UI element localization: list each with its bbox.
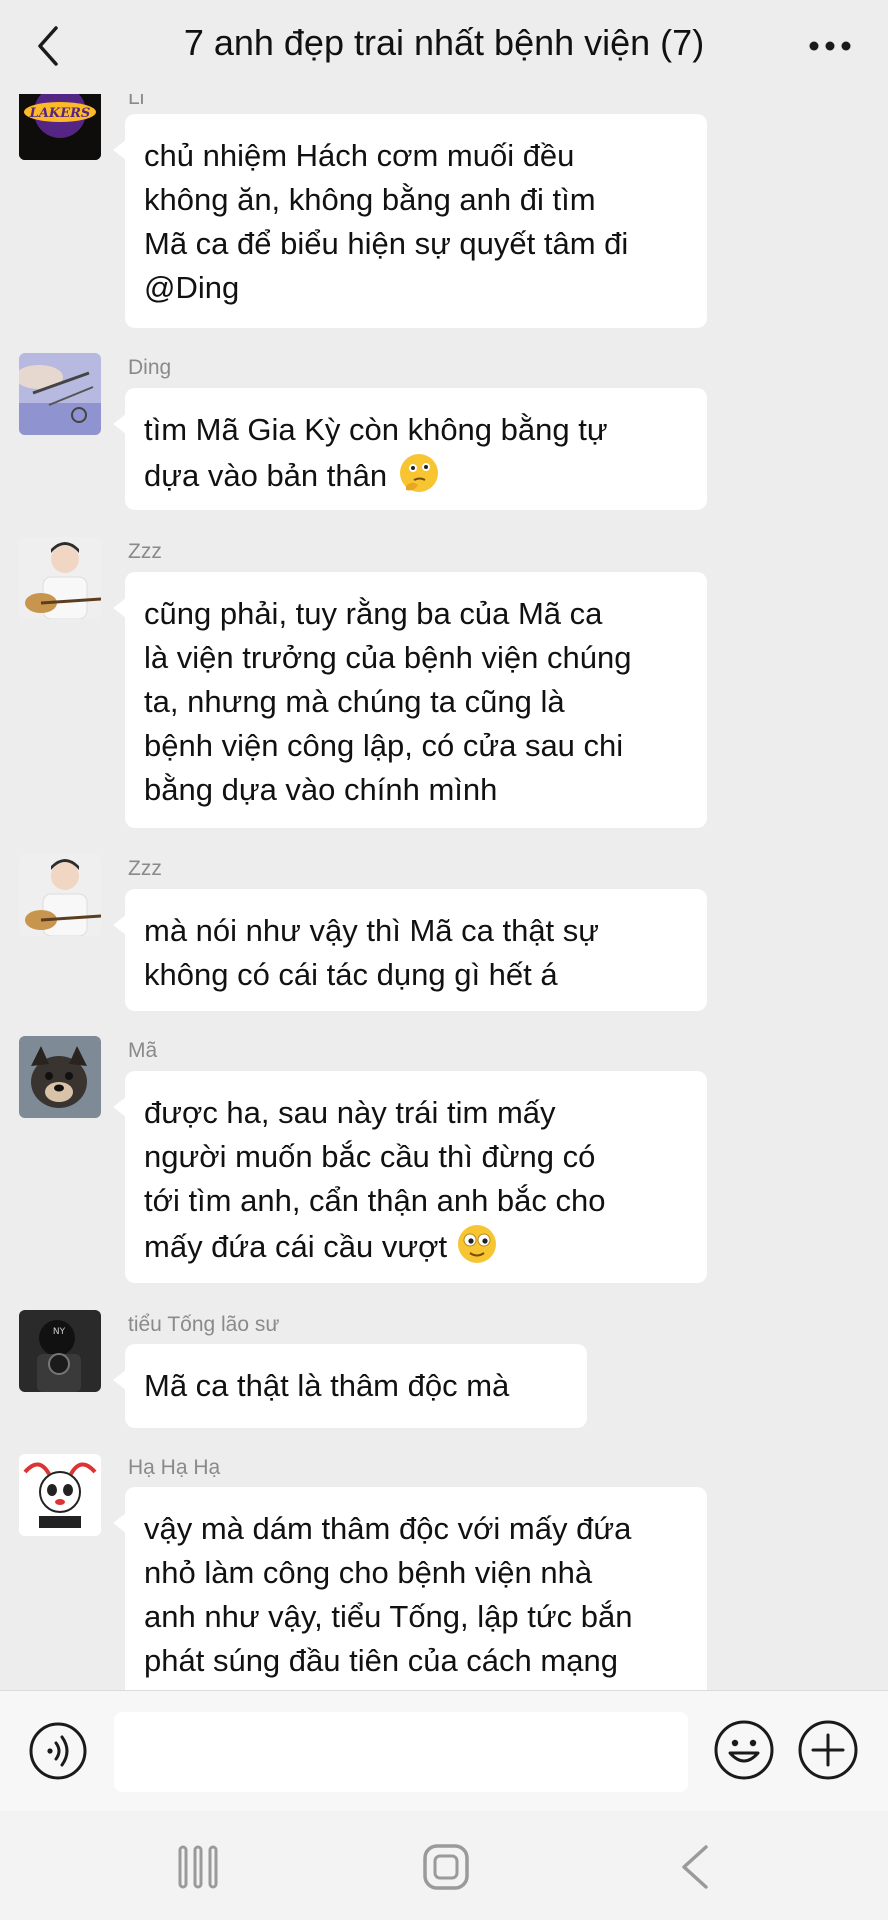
sender-name: tiểu Tống lão sư [128,1313,280,1336]
message-bubble[interactable]: Mã ca thật là thâm độc mà [113,1344,587,1428]
guitar-boy-avatar [19,537,101,619]
message-line: nhỏ làm công cho bệnh viện nhà [144,1555,593,1590]
avatar[interactable] [19,537,101,619]
message-input-bar [0,1690,888,1811]
guitar-boy-avatar [19,854,101,936]
message-input[interactable] [114,1712,688,1792]
recent-apps-button[interactable] [168,1841,228,1893]
chat-header: 7 anh đẹp trai nhất bệnh viện (7) [0,0,888,94]
sender-name: Zzz [128,857,162,880]
message-line: bệnh viện công lập, có cửa sau chi [144,728,624,763]
avatar[interactable] [19,353,101,435]
message-line: mà nói như vậy thì Mã ca thật sự [144,913,600,948]
message-line: phát súng đầu tiên của cách mạng [144,1643,618,1678]
message-line: Mã ca thật là thâm độc mà [144,1368,510,1403]
message-line: không có cái tác dụng gì hết á [144,957,558,992]
thinking-emoji [399,454,438,492]
message-line: chủ nhiệm Hách cơm muối đều [144,138,575,173]
camera-person-avatar: NY [19,1310,101,1392]
plus-circle-icon [798,1720,858,1780]
more-dots-icon [809,41,851,51]
voice-button[interactable] [28,1721,88,1781]
recent-apps-icon [178,1845,218,1889]
message-line: dựa vào bản thân [144,452,689,498]
message-line: tìm Mã Gia Kỳ còn không bằng tự [144,412,608,447]
message-line: tới tìm anh, cẩn thận anh bắc cho [144,1183,606,1218]
message-line: @Ding [144,270,240,305]
voice-input-icon [29,1722,87,1780]
message-line: anh như vậy, tiểu Tống, lập tức bắn [144,1599,633,1634]
message-bubble[interactable]: tìm Mã Gia Kỳ còn không bằng tự dựa vào … [113,388,707,510]
message-bubble[interactable]: được ha, sau này trái tim mấy người muốn… [113,1071,707,1283]
nav-back-button[interactable] [666,1841,726,1893]
sender-name: Ding [128,356,172,379]
message-line: mấy đứa cái cầu vượt [144,1223,689,1269]
message-line: cũng phải, tuy rằng ba của Mã ca [144,596,603,631]
avatar[interactable]: NY [19,1310,101,1392]
message-bubble[interactable]: chủ nhiệm Hách cơm muối đều không ăn, kh… [113,114,707,328]
svg-text:NY: NY [53,1327,66,1337]
message-line: ta, nhưng mà chúng ta cũng là [144,684,565,719]
message-line: bằng dựa vào chính mình [144,772,498,807]
avatar[interactable] [19,1454,101,1536]
message-line: được ha, sau này trái tim mấy [144,1095,556,1130]
message-line-text: mấy đứa cái cầu vượt [144,1229,448,1264]
system-nav-bar [0,1811,888,1920]
avatar[interactable] [19,1036,101,1118]
message-bubble[interactable]: cũng phải, tuy rằng ba của Mã ca là viện… [113,572,707,828]
nav-back-icon [682,1845,708,1889]
more-actions-button[interactable] [797,1719,859,1781]
message-line: Mã ca để biểu hiện sự quyết tâm đi [144,226,629,261]
emoji-button[interactable] [713,1719,775,1781]
message-bubble[interactable]: vậy mà dám thâm độc với mấy đứa nhỏ làm … [113,1487,707,1707]
message-line: vậy mà dám thâm độc với mấy đứa [144,1511,632,1546]
chat-title: 7 anh đẹp trai nhất bệnh viện (7) [183,22,705,63]
back-button[interactable] [18,14,78,78]
message-line-text: dựa vào bản thân [144,458,388,493]
avatar[interactable] [19,854,101,936]
message-bubble[interactable]: mà nói như vậy thì Mã ca thật sự không c… [113,889,707,1011]
dog-avatar [19,1036,101,1118]
smiley-icon [714,1720,774,1780]
message-line: là viện trưởng của bệnh viện chúng [144,640,632,675]
chevron-left-icon [38,26,58,66]
message-line: người muốn bắc cầu thì đừng có [144,1139,596,1174]
message-line: không ăn, không bằng anh đi tìm [144,182,596,217]
more-button[interactable] [798,20,862,72]
sender-name: Mã [128,1039,158,1062]
home-icon [423,1844,469,1890]
home-button[interactable] [416,1841,476,1893]
sender-name: Zzz [128,540,162,563]
cartoon-panda-avatar [19,1454,101,1536]
svg-text:LAKERS: LAKERS [29,106,91,121]
chat-screen: 7 anh đẹp trai nhất bệnh viện (7) LAKERS… [0,0,888,1920]
sender-name: Hạ Hạ Hạ [128,1456,221,1479]
wide-eyed-emoji [457,1225,496,1263]
surgical-tools-avatar [19,353,101,435]
